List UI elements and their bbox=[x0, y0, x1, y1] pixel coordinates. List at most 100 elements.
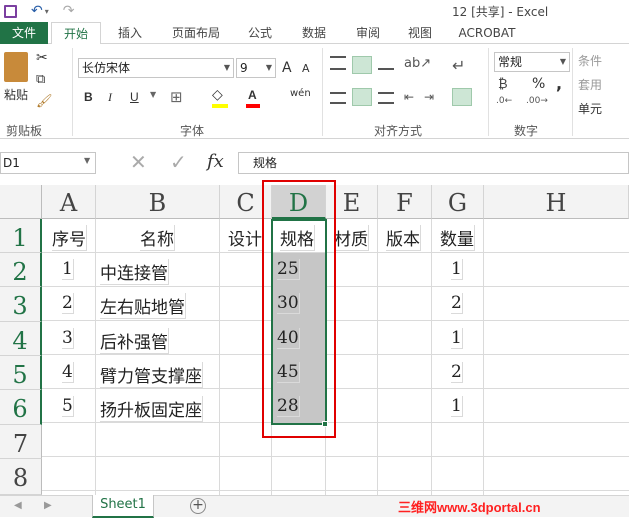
number-format-select[interactable]: 常规 ▼ bbox=[494, 52, 570, 72]
wrap-text-icon[interactable]: ↵ bbox=[452, 56, 465, 75]
cell-g1[interactable]: 数量 bbox=[440, 225, 475, 251]
row-header-1[interactable]: 1 bbox=[0, 219, 42, 253]
row-header-5[interactable]: 5 bbox=[0, 356, 42, 390]
decrease-indent-icon[interactable]: ⇤ bbox=[404, 90, 414, 104]
window-title: 12 [共享] - Excel bbox=[452, 5, 549, 19]
grow-font-button[interactable]: A bbox=[282, 60, 292, 76]
tab-file[interactable]: 文件 bbox=[0, 22, 48, 44]
italic-button[interactable]: I bbox=[108, 90, 112, 105]
cell-a5[interactable]: 4 bbox=[62, 362, 74, 383]
tab-insert[interactable]: 插入 bbox=[108, 22, 152, 44]
tab-page-layout[interactable]: 页面布局 bbox=[163, 22, 229, 44]
comma-button[interactable]: , bbox=[556, 74, 562, 93]
select-all-corner[interactable] bbox=[0, 185, 42, 219]
underline-dropdown-icon[interactable]: ▼ bbox=[150, 90, 156, 99]
quick-access-toolbar: ↶ ▾ ↷ bbox=[4, 2, 74, 20]
cell-g2[interactable]: 1 bbox=[451, 259, 463, 280]
cell-a1[interactable]: 序号 bbox=[52, 225, 87, 251]
cell-c1[interactable]: 设计 bbox=[228, 225, 263, 251]
cell-a3[interactable]: 2 bbox=[62, 293, 74, 314]
cell-a6[interactable]: 5 bbox=[62, 396, 74, 417]
bold-button[interactable]: B bbox=[84, 90, 93, 104]
currency-icon[interactable]: ₿ bbox=[498, 76, 508, 92]
column-header-h[interactable]: H bbox=[484, 185, 629, 219]
enter-icon[interactable]: ✓ bbox=[170, 150, 187, 174]
paste-label[interactable]: 粘贴 bbox=[2, 86, 30, 103]
increase-indent-icon[interactable]: ⇥ bbox=[424, 90, 434, 104]
cell-g6[interactable]: 1 bbox=[451, 396, 463, 417]
chevron-down-icon: ▼ bbox=[559, 57, 566, 66]
merge-center-icon[interactable] bbox=[452, 88, 472, 106]
column-header-b[interactable]: B bbox=[96, 185, 220, 219]
cell-b2[interactable]: 中连接管 bbox=[100, 259, 169, 285]
cell-g4[interactable]: 1 bbox=[451, 328, 463, 349]
border-icon[interactable]: ⊞ bbox=[170, 88, 183, 106]
tab-home[interactable]: 开始 bbox=[51, 22, 101, 45]
format-table-button[interactable]: 套用 bbox=[578, 76, 602, 93]
insert-function-button[interactable]: fx bbox=[207, 151, 224, 172]
align-middle-icon[interactable] bbox=[352, 56, 372, 74]
cell-b1[interactable]: 名称 bbox=[140, 225, 175, 251]
row-header-3[interactable]: 3 bbox=[0, 287, 42, 322]
column-header-f[interactable]: F bbox=[378, 185, 432, 219]
undo-icon[interactable]: ↶ bbox=[31, 3, 43, 19]
increase-decimal-icon[interactable]: .0← bbox=[496, 96, 512, 106]
cell-e1[interactable]: 材质 bbox=[334, 225, 369, 251]
tab-formulas[interactable]: 公式 bbox=[240, 22, 280, 44]
cell-f1[interactable]: 版本 bbox=[386, 225, 421, 251]
cancel-icon[interactable]: ✕ bbox=[130, 150, 147, 174]
scroll-left-icon[interactable]: ◀ bbox=[14, 500, 22, 511]
row-header-7[interactable]: 7 bbox=[0, 425, 42, 459]
cell-styles-button[interactable]: 单元 bbox=[578, 100, 602, 117]
cell-b3[interactable]: 左右贴地管 bbox=[100, 293, 186, 319]
row-header-8[interactable]: 8 bbox=[0, 459, 42, 495]
format-painter-icon[interactable]: 🖌 bbox=[36, 94, 53, 109]
conditional-format-button[interactable]: 条件 bbox=[578, 52, 602, 69]
name-box[interactable]: D1 bbox=[0, 152, 96, 174]
fill-color-icon[interactable]: ◇ bbox=[212, 87, 223, 103]
scroll-right-icon[interactable]: ▶ bbox=[44, 500, 52, 511]
sheet-tab-sheet1[interactable]: Sheet1 bbox=[92, 495, 154, 518]
chevron-down-icon[interactable]: ▼ bbox=[84, 156, 90, 165]
percent-button[interactable]: % bbox=[532, 76, 545, 92]
row-header-2[interactable]: 2 bbox=[0, 253, 42, 287]
cell-a2[interactable]: 1 bbox=[62, 259, 74, 280]
align-left-icon[interactable] bbox=[330, 92, 346, 104]
tab-data[interactable]: 数据 bbox=[292, 22, 336, 44]
align-top-icon[interactable] bbox=[330, 56, 346, 70]
align-center-icon[interactable] bbox=[352, 88, 372, 106]
clipboard-group-label: 剪贴板 bbox=[6, 124, 43, 138]
formula-input[interactable]: 规格 bbox=[238, 152, 629, 174]
align-bottom-icon[interactable] bbox=[378, 58, 394, 70]
number-format-value: 常规 bbox=[498, 55, 523, 69]
font-size-select[interactable]: 9 ▼ bbox=[236, 58, 276, 78]
paste-icon[interactable] bbox=[4, 52, 28, 82]
decrease-decimal-icon[interactable]: .00→ bbox=[526, 96, 548, 106]
cell-b6[interactable]: 扬升板固定座 bbox=[100, 396, 203, 422]
cell-a4[interactable]: 3 bbox=[62, 328, 74, 349]
font-name-select[interactable]: 长仿宋体 ▼ bbox=[78, 58, 234, 78]
redo-icon[interactable]: ↷ bbox=[63, 3, 75, 19]
orientation-icon[interactable]: ab↗ bbox=[404, 56, 431, 71]
align-right-icon[interactable] bbox=[378, 92, 394, 104]
row-header-4[interactable]: 4 bbox=[0, 322, 42, 356]
cell-b5[interactable]: 臂力管支撑座 bbox=[100, 362, 203, 388]
cell-b4[interactable]: 后补强管 bbox=[100, 328, 169, 354]
column-header-a[interactable]: A bbox=[42, 185, 96, 219]
cell-g5[interactable]: 2 bbox=[451, 362, 463, 383]
phonetic-button[interactable]: wén bbox=[290, 88, 311, 99]
copy-icon[interactable]: ⧉ bbox=[36, 72, 45, 87]
add-sheet-button[interactable]: + bbox=[190, 498, 206, 514]
undo-dropdown-icon[interactable]: ▾ bbox=[45, 7, 49, 16]
tab-review[interactable]: 审阅 bbox=[348, 22, 388, 44]
font-color-icon[interactable]: A bbox=[248, 88, 257, 102]
underline-button[interactable]: U bbox=[130, 90, 139, 104]
save-icon[interactable] bbox=[4, 4, 17, 18]
cut-icon[interactable]: ✂ bbox=[36, 50, 48, 66]
row-header-6[interactable]: 6 bbox=[0, 390, 42, 425]
column-header-g[interactable]: G bbox=[432, 185, 484, 219]
tab-view[interactable]: 视图 bbox=[400, 22, 440, 44]
shrink-font-button[interactable]: A bbox=[302, 62, 310, 75]
cell-g3[interactable]: 2 bbox=[451, 293, 463, 314]
tab-acrobat[interactable]: ACROBAT bbox=[452, 22, 522, 44]
